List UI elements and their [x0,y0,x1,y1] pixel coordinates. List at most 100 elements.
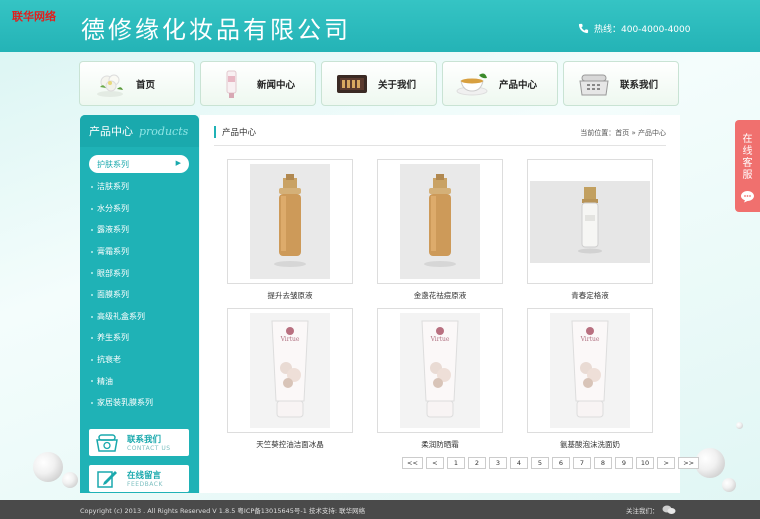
product-name[interactable]: 提升去皱原液 [227,290,353,301]
feedback-text: 在线留言 FEEDBACK [127,469,163,488]
follow-label: 关注我们： [626,507,659,515]
product-name[interactable]: 氨基酸泡沫洗面奶 [527,439,653,450]
sidebar-subtitle: products [139,124,189,138]
product-card[interactable]: Virtue 天竺葵控油洁面冰晶 [227,308,353,450]
pearl-decoration [736,422,743,429]
nav-label: 关于我们 [378,79,417,91]
category-item[interactable]: 露液系列 [80,219,199,241]
watermark: 联华网络 [12,10,56,23]
category-item[interactable]: 家居装乳膜系列 [80,392,199,414]
page-first[interactable]: << [402,457,423,469]
category-label: 露液系列 [97,225,129,235]
category-label: 护肤系列 [97,159,129,169]
category-item[interactable]: 水分系列 [80,198,199,220]
telephone-icon [576,68,612,100]
company-name: 德修缘化妆品有限公司 [81,16,351,44]
nav-products[interactable]: 产品中心 [442,61,558,106]
sidebar: 产品中心 products 护肤系列 ▶ 洁肤系列 水分系列 露液系列 膏霜系列 … [80,115,199,493]
category-label: 面膜系列 [97,290,129,300]
page-last[interactable]: >> [678,457,700,469]
pagination: << < 1 2 3 4 5 6 7 8 9 10 > >> [402,457,700,469]
product-image[interactable]: Virtue [527,308,653,433]
nav-news[interactable]: 新闻中心 [200,61,316,106]
wechat-icon[interactable] [662,505,676,515]
category-label: 精油 [97,376,113,386]
page-number[interactable]: 5 [530,457,549,469]
pearl-decoration [62,472,78,488]
category-label: 养生系列 [97,333,129,343]
category-label: 洁肤系列 [97,182,129,192]
category-item[interactable]: 抗衰老 [80,349,199,371]
page-number[interactable]: 7 [572,457,591,469]
hotline-text: 热线：400-4000-4000 [594,25,691,35]
feedback-button[interactable]: 在线留言 FEEDBACK [89,465,189,492]
nav-home[interactable]: 首页 [79,61,195,106]
product-image[interactable] [527,159,653,284]
feedback-label: 在线留言 [127,471,162,481]
contact-us-button[interactable]: 联系我们 CONTACT US [89,429,189,456]
product-card[interactable]: 金盏花祛痘原液 [377,159,503,301]
page-number[interactable]: 10 [635,457,655,469]
page-next[interactable]: > [657,457,676,469]
category-label: 抗衰老 [97,355,121,365]
header: 联华网络 德修缘化妆品有限公司 热线：400-4000-4000 [0,0,760,52]
category-item[interactable]: 膏霜系列 [80,241,199,263]
contact-us-text: 联系我们 CONTACT US [127,433,171,452]
main-content: 产品中心 当前位置：首页 » 产品中心 提升去皱原液 金盏花祛痘原液 青春定格液… [200,115,700,493]
category-label: 家居装乳膜系列 [97,398,153,408]
page-number[interactable]: 2 [467,457,486,469]
content-header: 产品中心 当前位置：首页 » 产品中心 [214,124,666,146]
hotline: 热线：400-4000-4000 [578,22,690,35]
product-image[interactable]: Virtue [377,308,503,433]
product-image[interactable] [227,159,353,284]
product-image[interactable] [377,159,503,284]
product-name[interactable]: 天竺葵控油洁面冰晶 [227,439,353,450]
category-item[interactable]: 高级礼盒系列 [80,306,199,328]
phone-icon [578,23,589,34]
category-item-active[interactable]: 护肤系列 ▶ [89,155,189,173]
svg-text:Virtue: Virtue [430,336,450,343]
svg-text:Virtue: Virtue [280,336,300,343]
category-item[interactable]: 洁肤系列 [80,176,199,198]
main-nav: 首页 新闻中心 关于我们 产品中心 联系我们 [79,61,679,106]
contact-us-sublabel: CONTACT US [127,445,171,452]
product-card[interactable]: Virtue 柔润防晒霜 [377,308,503,450]
product-card[interactable]: 提升去皱原液 [227,159,353,301]
category-item[interactable]: 精油 [80,370,199,392]
sidebar-title: 产品中心 [89,125,133,138]
nav-label: 产品中心 [499,79,538,91]
nav-label: 联系我们 [620,79,659,91]
page-number[interactable]: 3 [488,457,507,469]
product-name[interactable]: 金盏花祛痘原液 [377,290,503,301]
category-item[interactable]: 养生系列 [80,327,199,349]
svg-text:Virtue: Virtue [580,336,600,343]
page-number[interactable]: 4 [509,457,528,469]
online-service-button[interactable]: 在线客服 [735,120,760,212]
telephone-icon [94,432,120,454]
product-card[interactable]: 青春定格液 [527,159,653,301]
category-list: 护肤系列 ▶ 洁肤系列 水分系列 露液系列 膏霜系列 眼部系列 面膜系列 高级礼盒… [80,147,199,414]
copyright: Copyright (c) 2013 . All Rights Reserved… [80,507,366,515]
product-name[interactable]: 柔润防晒霜 [377,439,503,450]
page-number[interactable]: 9 [614,457,633,469]
pearl-decoration [695,448,725,478]
sidebar-header: 产品中心 products [80,115,199,147]
category-item[interactable]: 面膜系列 [80,284,199,306]
product-card[interactable]: Virtue 氨基酸泡沫洗面奶 [527,308,653,450]
page-prev[interactable]: < [425,457,444,469]
product-image[interactable]: Virtue [227,308,353,433]
product-name[interactable]: 青春定格液 [527,290,653,301]
category-label: 眼部系列 [97,268,129,278]
category-label: 水分系列 [97,203,129,213]
footer: Copyright (c) 2013 . All Rights Reserved… [0,500,760,519]
nav-contact[interactable]: 联系我们 [563,61,679,106]
arrow-right-icon: ▶ [175,159,181,167]
page-number[interactable]: 8 [593,457,612,469]
page-number[interactable]: 1 [446,457,465,469]
contact-us-label: 联系我们 [127,435,162,445]
pearl-decoration [722,478,736,492]
page-number[interactable]: 6 [551,457,570,469]
nav-about[interactable]: 关于我们 [321,61,437,106]
category-item[interactable]: 眼部系列 [80,262,199,284]
edit-icon [94,468,120,490]
